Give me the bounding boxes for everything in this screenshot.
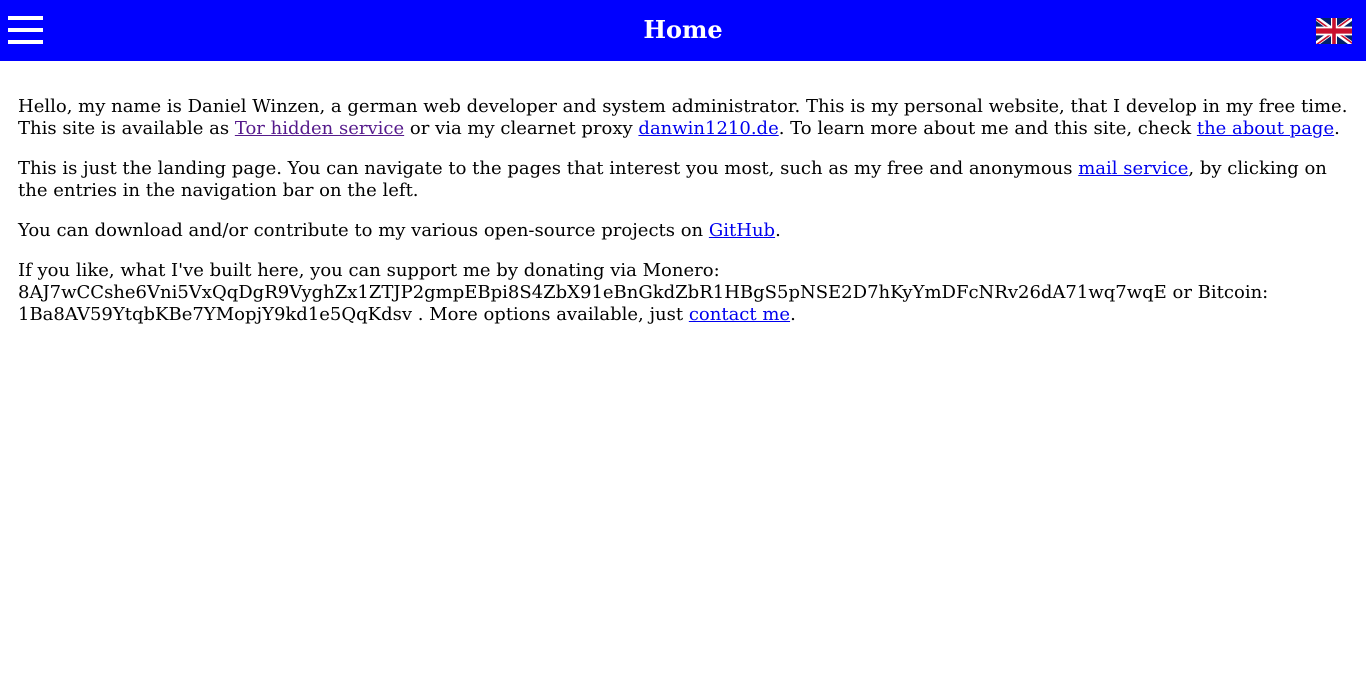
mail-service-link[interactable]: mail service bbox=[1078, 158, 1188, 179]
about-page-link[interactable]: the about page bbox=[1197, 118, 1334, 139]
intro-text: . To learn more about me and this site, … bbox=[778, 118, 1197, 139]
donation-text: . bbox=[790, 304, 796, 325]
donation-paragraph: If you like, what I've built here, you c… bbox=[18, 260, 1358, 326]
github-text: . bbox=[775, 220, 781, 241]
donation-text: If you like, what I've built here, you c… bbox=[18, 260, 720, 281]
intro-text: or via my clearnet proxy bbox=[404, 118, 639, 139]
top-navigation-bar: Home bbox=[0, 0, 1366, 61]
bitcoin-address: 1Ba8AV59YtqbKBe7YMopjY9kd1e5QqKdsv bbox=[18, 304, 413, 325]
donation-text: . More options available, just bbox=[412, 304, 689, 325]
clearnet-proxy-link[interactable]: danwin1210.de bbox=[638, 118, 778, 139]
language-flag-graphic bbox=[1315, 15, 1353, 47]
main-content: Hello, my name is Daniel Winzen, a germa… bbox=[18, 96, 1358, 344]
contact-me-link[interactable]: contact me bbox=[689, 304, 790, 325]
intro-text: . bbox=[1334, 118, 1340, 139]
intro-paragraph: Hello, my name is Daniel Winzen, a germa… bbox=[18, 96, 1358, 140]
tor-hidden-service-link[interactable]: Tor hidden service bbox=[235, 118, 404, 139]
github-paragraph: You can download and/or contribute to my… bbox=[18, 220, 1358, 242]
donation-text: or Bitcoin: bbox=[1166, 282, 1269, 303]
navigation-text: This is just the landing page. You can n… bbox=[18, 158, 1079, 179]
github-link[interactable]: GitHub bbox=[709, 220, 775, 241]
page-title: Home bbox=[643, 15, 723, 44]
github-text: You can download and/or contribute to my… bbox=[18, 220, 709, 241]
uk-flag-icon[interactable] bbox=[1315, 15, 1353, 47]
monero-address: 8AJ7wCCshe6Vni5VxQqDgR9VyghZx1ZTJP2gmpEB… bbox=[18, 282, 1167, 303]
navigation-paragraph: This is just the landing page. You can n… bbox=[18, 158, 1358, 202]
